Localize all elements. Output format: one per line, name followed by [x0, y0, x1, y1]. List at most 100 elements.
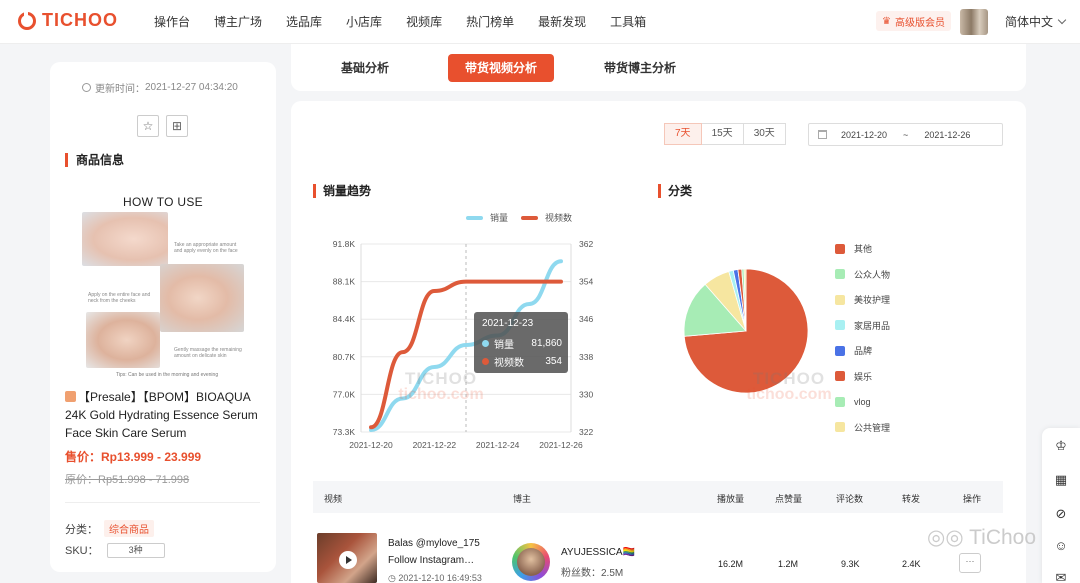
- legend-item[interactable]: 娱乐: [835, 364, 890, 390]
- nav-item-products[interactable]: 选品库: [286, 13, 322, 30]
- legend-swatch: [835, 422, 845, 433]
- nav-item-discover[interactable]: 最新发现: [538, 13, 586, 30]
- tab-video-analysis[interactable]: 带货视频分析: [448, 54, 555, 82]
- nav-item-videos[interactable]: 视频库: [406, 13, 442, 30]
- th-likes[interactable]: 点赞量: [775, 492, 802, 505]
- th-plays[interactable]: 播放量: [717, 492, 744, 505]
- nav-item-bloggers[interactable]: 博主广场: [214, 13, 262, 30]
- legend-swatch: [835, 371, 845, 382]
- end-date: 2021-12-26: [924, 129, 971, 140]
- legend-item[interactable]: 公共管理: [835, 415, 890, 441]
- video-title[interactable]: Balas @mylove_175 Follow Instagram…: [388, 535, 498, 569]
- legend-item[interactable]: 公众人物: [835, 262, 890, 288]
- category-row: 分类： 综合商品: [65, 520, 154, 537]
- feedback-icon[interactable]: ☺: [1053, 538, 1069, 554]
- analysis-tabs: 基础分析 带货视频分析 带货博主分析: [291, 44, 1026, 91]
- play-icon[interactable]: [339, 551, 357, 569]
- date-separator: ~: [903, 129, 909, 140]
- table-row[interactable]: Balas @mylove_175 Follow Instagram… ◷ 20…: [313, 521, 1003, 583]
- crown-icon[interactable]: ♔: [1053, 438, 1069, 454]
- y-left-tick-label: 77.0K: [333, 389, 356, 399]
- y-left-tick-label: 88.1K: [333, 277, 356, 287]
- range-30d[interactable]: 30天: [742, 123, 786, 145]
- star-icon: ☆: [142, 119, 154, 133]
- shopping-bag-icon: ⊞: [171, 119, 183, 133]
- legend-item[interactable]: vlog: [835, 389, 890, 415]
- legend-label: 公共管理: [854, 422, 891, 433]
- sale-price: 售价：Rp13.999 - 23.999: [65, 450, 202, 464]
- cell-comments: 9.3K: [841, 559, 860, 569]
- legend-label: 品牌: [854, 346, 873, 357]
- link-icon[interactable]: ⊘: [1053, 506, 1069, 522]
- product-name[interactable]: 【Presale】【BPOM】BIOAQUA 24K Gold Hydratin…: [65, 388, 265, 442]
- language-select[interactable]: 简体中文: [1005, 13, 1067, 30]
- update-value: 2021-12-27 04:34:20: [145, 82, 238, 93]
- y-right-tick-label: 362: [579, 239, 593, 249]
- logo-text: TICHOO: [42, 10, 118, 30]
- video-date: ◷ 2021-12-10 16:49:53: [388, 573, 482, 583]
- more-actions-button[interactable]: ···: [959, 553, 981, 573]
- blogger-avatar[interactable]: [512, 543, 550, 581]
- date-range-toggle: 7天 15天 30天: [664, 123, 786, 145]
- x-tick-label: 2021-12-22: [413, 440, 457, 450]
- blogger-fans: 粉丝数：2.5M: [561, 568, 624, 579]
- step-text-2: Apply on the entire face and neck from t…: [88, 292, 151, 304]
- th-comments[interactable]: 评论数: [836, 492, 863, 505]
- chevron-down-icon: [1057, 15, 1067, 25]
- crown-icon: ♛: [882, 15, 891, 27]
- nav-item-dashboard[interactable]: 操作台: [154, 13, 190, 30]
- language-label: 简体中文: [1005, 15, 1054, 29]
- tab-blogger-analysis[interactable]: 带货博主分析: [604, 54, 676, 82]
- th-blogger: 博主: [513, 494, 532, 504]
- nav-item-rankings[interactable]: 热门榜单: [466, 13, 514, 30]
- start-date: 2021-12-20: [841, 129, 888, 140]
- tooltip-date: 2021-12-23: [482, 318, 534, 329]
- tooltip-sales-dot: [482, 340, 489, 347]
- tab-basic-analysis[interactable]: 基础分析: [341, 54, 389, 82]
- tooltip-videos-dot: [482, 358, 489, 365]
- range-7d[interactable]: 7天: [664, 123, 702, 145]
- category-pie-chart[interactable]: [676, 261, 816, 401]
- th-video: 视频: [324, 494, 343, 504]
- legend-item[interactable]: 美妆护理: [835, 287, 890, 313]
- product-image-tips: Tips: Can be used in the morning and eve…: [116, 372, 219, 378]
- brand-logo[interactable]: TICHOO: [18, 8, 118, 31]
- x-tick-label: 2021-12-26: [539, 440, 583, 450]
- mail-icon[interactable]: ✉: [1053, 570, 1069, 583]
- user-avatar[interactable]: [960, 9, 988, 35]
- y-right-tick-label: 354: [579, 277, 593, 287]
- category-label: 分类：: [65, 523, 98, 536]
- legend-item[interactable]: 其他: [835, 236, 890, 262]
- cell-likes: 1.2M: [778, 559, 799, 569]
- vip-label: 高级版会员: [894, 17, 945, 29]
- date-range-picker[interactable]: 2021-12-20 ~ 2021-12-26: [808, 123, 1003, 146]
- nav-item-tools[interactable]: 工具箱: [610, 13, 646, 30]
- add-to-library-button[interactable]: ⊞: [166, 115, 188, 137]
- original-price: 原价：Rp51.998 - 71.998: [65, 474, 190, 486]
- blogger-name[interactable]: AYUJESSICA🏳️‍🌈: [561, 547, 635, 558]
- video-table-header: 视频 博主 播放量 点赞量 评论数 转发 操作: [313, 481, 1003, 513]
- favorite-button[interactable]: ☆: [137, 115, 159, 137]
- logo-icon: [18, 8, 36, 30]
- vip-badge[interactable]: ♛ 高级版会员: [876, 11, 951, 31]
- product-info-card: 更新时间： 2021-12-27 04:34:20 ☆ ⊞ 商品信息 HOW T…: [50, 62, 276, 572]
- th-shares[interactable]: 转发: [902, 492, 920, 505]
- step-text-3: Gently massage the remaining amount on d…: [174, 347, 242, 359]
- product-image: HOW TO USE Take an appropriate amount an…: [82, 192, 244, 382]
- sku-count[interactable]: 3种: [106, 542, 165, 558]
- wechat-icon: ◎◎: [927, 526, 970, 549]
- range-15d[interactable]: 15天: [700, 123, 744, 145]
- video-thumbnail[interactable]: [317, 533, 377, 583]
- legend-item[interactable]: 家居用品: [835, 313, 890, 339]
- sales-trend-title: 销量趋势: [313, 184, 371, 198]
- legend-label: 美妆护理: [854, 295, 891, 306]
- y-left-tick-label: 73.3K: [333, 427, 356, 437]
- tooltip-sales-row: 销量 81,860: [482, 336, 562, 351]
- main-nav: 操作台 博主广场 选品库 小店库 视频库 热门榜单 最新发现 工具箱: [154, 13, 670, 30]
- category-tag[interactable]: 综合商品: [104, 520, 154, 537]
- calendar-icon: [818, 130, 827, 139]
- legend-item[interactable]: 品牌: [835, 338, 890, 364]
- qrcode-icon[interactable]: ▦: [1053, 472, 1069, 488]
- floating-toolbar: ♔ ▦ ⊘ ☺ ✉: [1042, 428, 1080, 583]
- nav-item-shops[interactable]: 小店库: [346, 13, 382, 30]
